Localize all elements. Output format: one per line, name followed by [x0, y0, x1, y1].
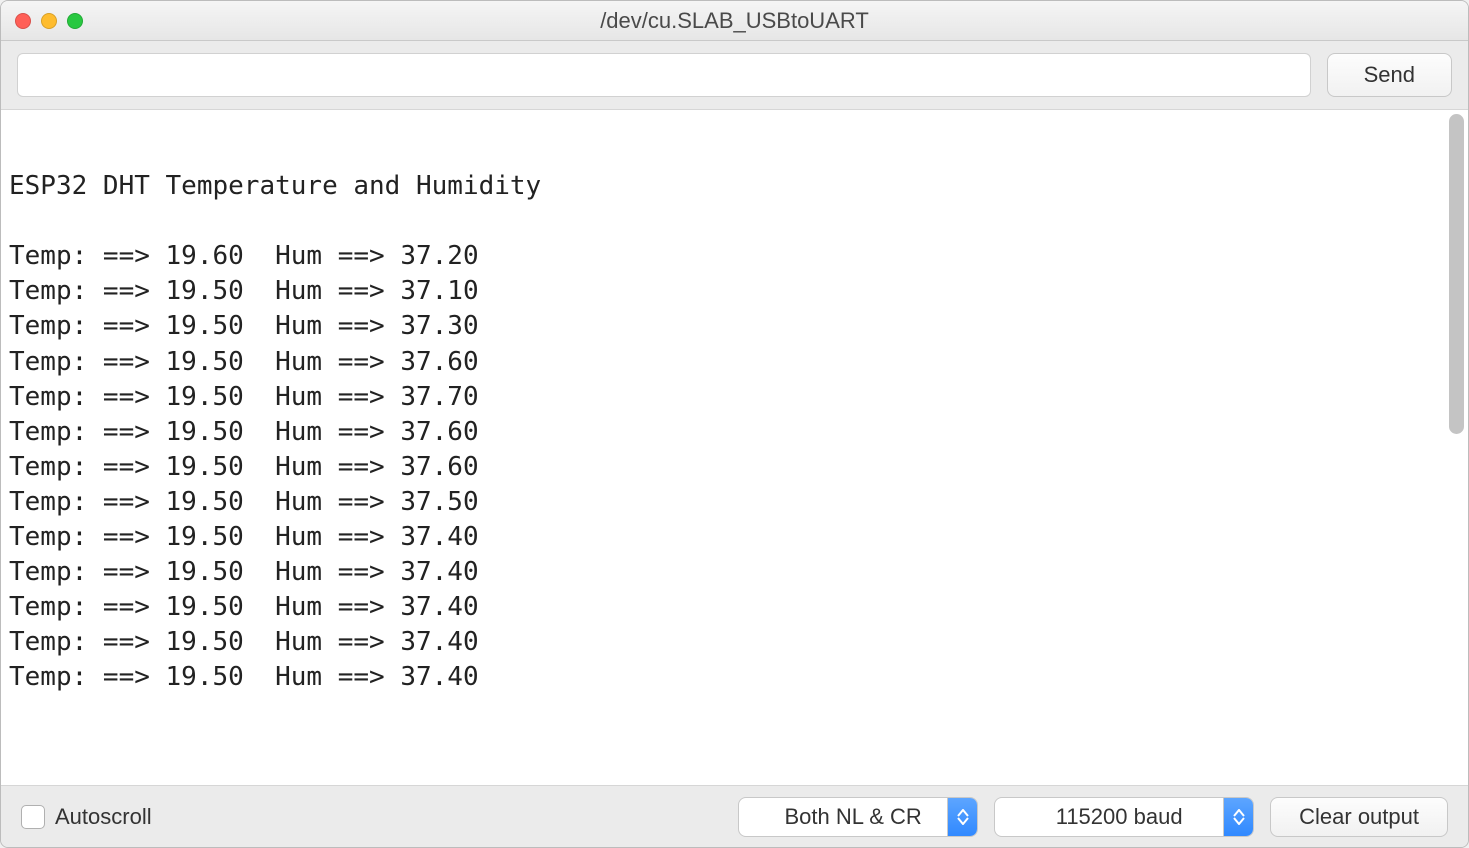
serial-monitor-window: /dev/cu.SLAB_USBtoUART Send ESP32 DHT Te… — [0, 0, 1469, 848]
command-input[interactable] — [17, 53, 1311, 97]
updown-icon — [1223, 797, 1253, 837]
line-ending-value: Both NL & CR — [759, 804, 947, 830]
autoscroll-checkbox[interactable] — [21, 805, 45, 829]
send-row: Send — [1, 41, 1468, 110]
autoscroll-label: Autoscroll — [55, 804, 152, 830]
traffic-lights — [15, 13, 83, 29]
scrollbar[interactable] — [1449, 114, 1464, 434]
titlebar: /dev/cu.SLAB_USBtoUART — [1, 1, 1468, 41]
updown-icon — [947, 797, 977, 837]
output-area: ESP32 DHT Temperature and Humidity Temp:… — [1, 110, 1468, 785]
clear-output-button[interactable]: Clear output — [1270, 797, 1448, 837]
serial-output-text: ESP32 DHT Temperature and Humidity Temp:… — [1, 110, 1468, 785]
send-button[interactable]: Send — [1327, 53, 1452, 97]
close-window-button[interactable] — [15, 13, 31, 29]
maximize-window-button[interactable] — [67, 13, 83, 29]
line-ending-select[interactable]: Both NL & CR — [738, 797, 978, 837]
footer-toolbar: Autoscroll Both NL & CR 115200 baud Clea… — [1, 785, 1468, 847]
window-title: /dev/cu.SLAB_USBtoUART — [15, 8, 1454, 34]
baud-rate-select[interactable]: 115200 baud — [994, 797, 1254, 837]
autoscroll-option[interactable]: Autoscroll — [21, 804, 152, 830]
minimize-window-button[interactable] — [41, 13, 57, 29]
baud-rate-value: 115200 baud — [1015, 804, 1223, 830]
